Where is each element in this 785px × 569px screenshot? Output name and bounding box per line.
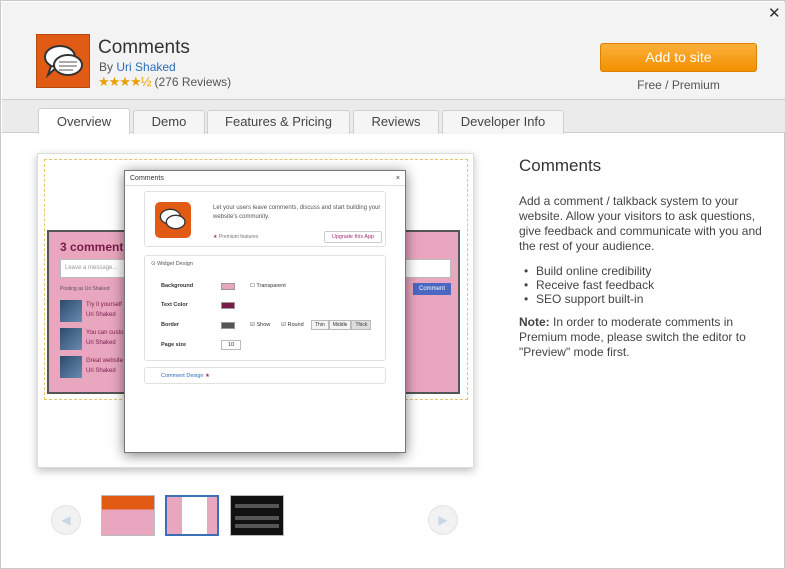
tab-overview[interactable]: Overview bbox=[38, 108, 130, 134]
border-thickness-segment: Thin Middle Thick bbox=[311, 320, 372, 330]
info-note: Note: In order to moderate comments in P… bbox=[519, 315, 769, 360]
note-label: Note: bbox=[519, 315, 550, 329]
seg-middle: Middle bbox=[328, 320, 352, 330]
feature-list: Build online credibility Receive fast fe… bbox=[519, 264, 769, 306]
prev-arrow-icon[interactable]: ◀ bbox=[51, 505, 81, 535]
comment-text: You can custo bbox=[86, 330, 124, 336]
row-border: Border bbox=[161, 322, 180, 328]
info-description: Add a comment / talkback system to your … bbox=[519, 194, 762, 253]
preview-settings-dialog: Comments × Let your users leave comments… bbox=[124, 170, 406, 453]
author-byline: By Uri Shaked bbox=[99, 60, 176, 74]
background-swatch bbox=[221, 283, 235, 290]
tab-demo[interactable]: Demo bbox=[133, 110, 205, 134]
screenshot-gallery: ◀ ▶ bbox=[51, 493, 463, 539]
by-prefix: By bbox=[99, 60, 114, 74]
row-page-size: Page size bbox=[161, 342, 187, 348]
note-text: In order to moderate comments in Premium… bbox=[519, 315, 746, 359]
widget-comment-button: Comment bbox=[413, 283, 451, 295]
price-label: Free / Premium bbox=[637, 78, 720, 92]
thumbnail-1[interactable] bbox=[101, 495, 155, 536]
dialog-close-icon: × bbox=[395, 175, 400, 182]
app-title: Comments bbox=[98, 37, 190, 58]
app-header: ✕ Comments By Uri Shaked ★★★★½ (276 Revi… bbox=[2, 2, 785, 100]
widget-design-section: ⊙ Widget Design Background ☐ Transparent… bbox=[144, 255, 386, 361]
review-count[interactable]: (276 Reviews) bbox=[154, 75, 231, 89]
app-window: ✕ Comments By Uri Shaked ★★★★½ (276 Revi… bbox=[0, 0, 785, 569]
border-swatch bbox=[221, 322, 235, 329]
widget-posting-as: Posting as Uri Shaked bbox=[60, 286, 110, 292]
rating: ★★★★½ (276 Reviews) bbox=[98, 74, 231, 90]
info-title: Comments bbox=[519, 156, 602, 175]
tab-reviews[interactable]: Reviews bbox=[353, 110, 439, 134]
premium-features-label: ★ Premium features bbox=[213, 234, 259, 240]
close-icon[interactable]: ✕ bbox=[768, 4, 781, 22]
row-background: Background bbox=[161, 283, 194, 289]
row-round: ☑ Round bbox=[281, 322, 304, 328]
author-link[interactable]: Uri Shaked bbox=[116, 60, 175, 74]
page-size-stepper: 10 bbox=[221, 340, 242, 350]
list-item: SEO support built-in bbox=[519, 292, 769, 306]
list-item: Build online credibility bbox=[519, 264, 769, 278]
seg-thin: Thin bbox=[311, 320, 329, 330]
comment-author: Uri Shaked bbox=[86, 340, 116, 346]
tab-developer-info[interactable]: Developer Info bbox=[442, 110, 564, 134]
seg-thick: Thick bbox=[351, 320, 372, 330]
app-icon bbox=[155, 202, 191, 238]
app-info-panel: Comments Add a comment / talkback system… bbox=[519, 156, 769, 360]
screenshot-preview: 3 comments Leave a message... Posting as… bbox=[37, 153, 474, 468]
row-text-color: Text Color bbox=[161, 302, 188, 308]
tab-features-pricing[interactable]: Features & Pricing bbox=[207, 110, 350, 134]
comment-text: Great website bbox=[86, 358, 124, 364]
list-item: Receive fast feedback bbox=[519, 278, 769, 292]
widget-title: 3 comments bbox=[60, 240, 131, 254]
avatar bbox=[60, 356, 82, 378]
dialog-title: Comments bbox=[130, 175, 164, 182]
comment-author: Uri Shaked bbox=[86, 312, 116, 318]
dialog-intro-box: Let your users leave comments, discuss a… bbox=[144, 191, 386, 247]
dialog-description: Let your users leave comments, discuss a… bbox=[213, 205, 381, 220]
text-color-swatch bbox=[221, 302, 235, 309]
comment-author: Uri Shaked bbox=[86, 368, 116, 374]
upgrade-button: Upgrade this App bbox=[324, 231, 382, 243]
row-transparent: ☐ Transparent bbox=[250, 283, 286, 289]
avatar bbox=[60, 328, 82, 350]
row-show: ☑ Show bbox=[250, 322, 271, 328]
tab-bar: Overview Demo Features & Pricing Reviews… bbox=[2, 100, 785, 134]
next-arrow-icon[interactable]: ▶ bbox=[428, 505, 458, 535]
comment-text: Try it yourself bbox=[86, 302, 122, 308]
section-widget-design: ⊙ Widget Design bbox=[151, 261, 193, 267]
app-icon bbox=[36, 34, 90, 88]
add-to-site-button[interactable]: Add to site bbox=[600, 43, 757, 72]
avatar bbox=[60, 300, 82, 322]
thumbnail-3[interactable] bbox=[230, 495, 284, 536]
thumbnail-2[interactable] bbox=[165, 495, 219, 536]
dialog-header: Comments × bbox=[125, 171, 405, 186]
star-rating-icon: ★★★★½ bbox=[98, 74, 151, 89]
comment-design-section: Comment Design ★ bbox=[144, 367, 386, 384]
